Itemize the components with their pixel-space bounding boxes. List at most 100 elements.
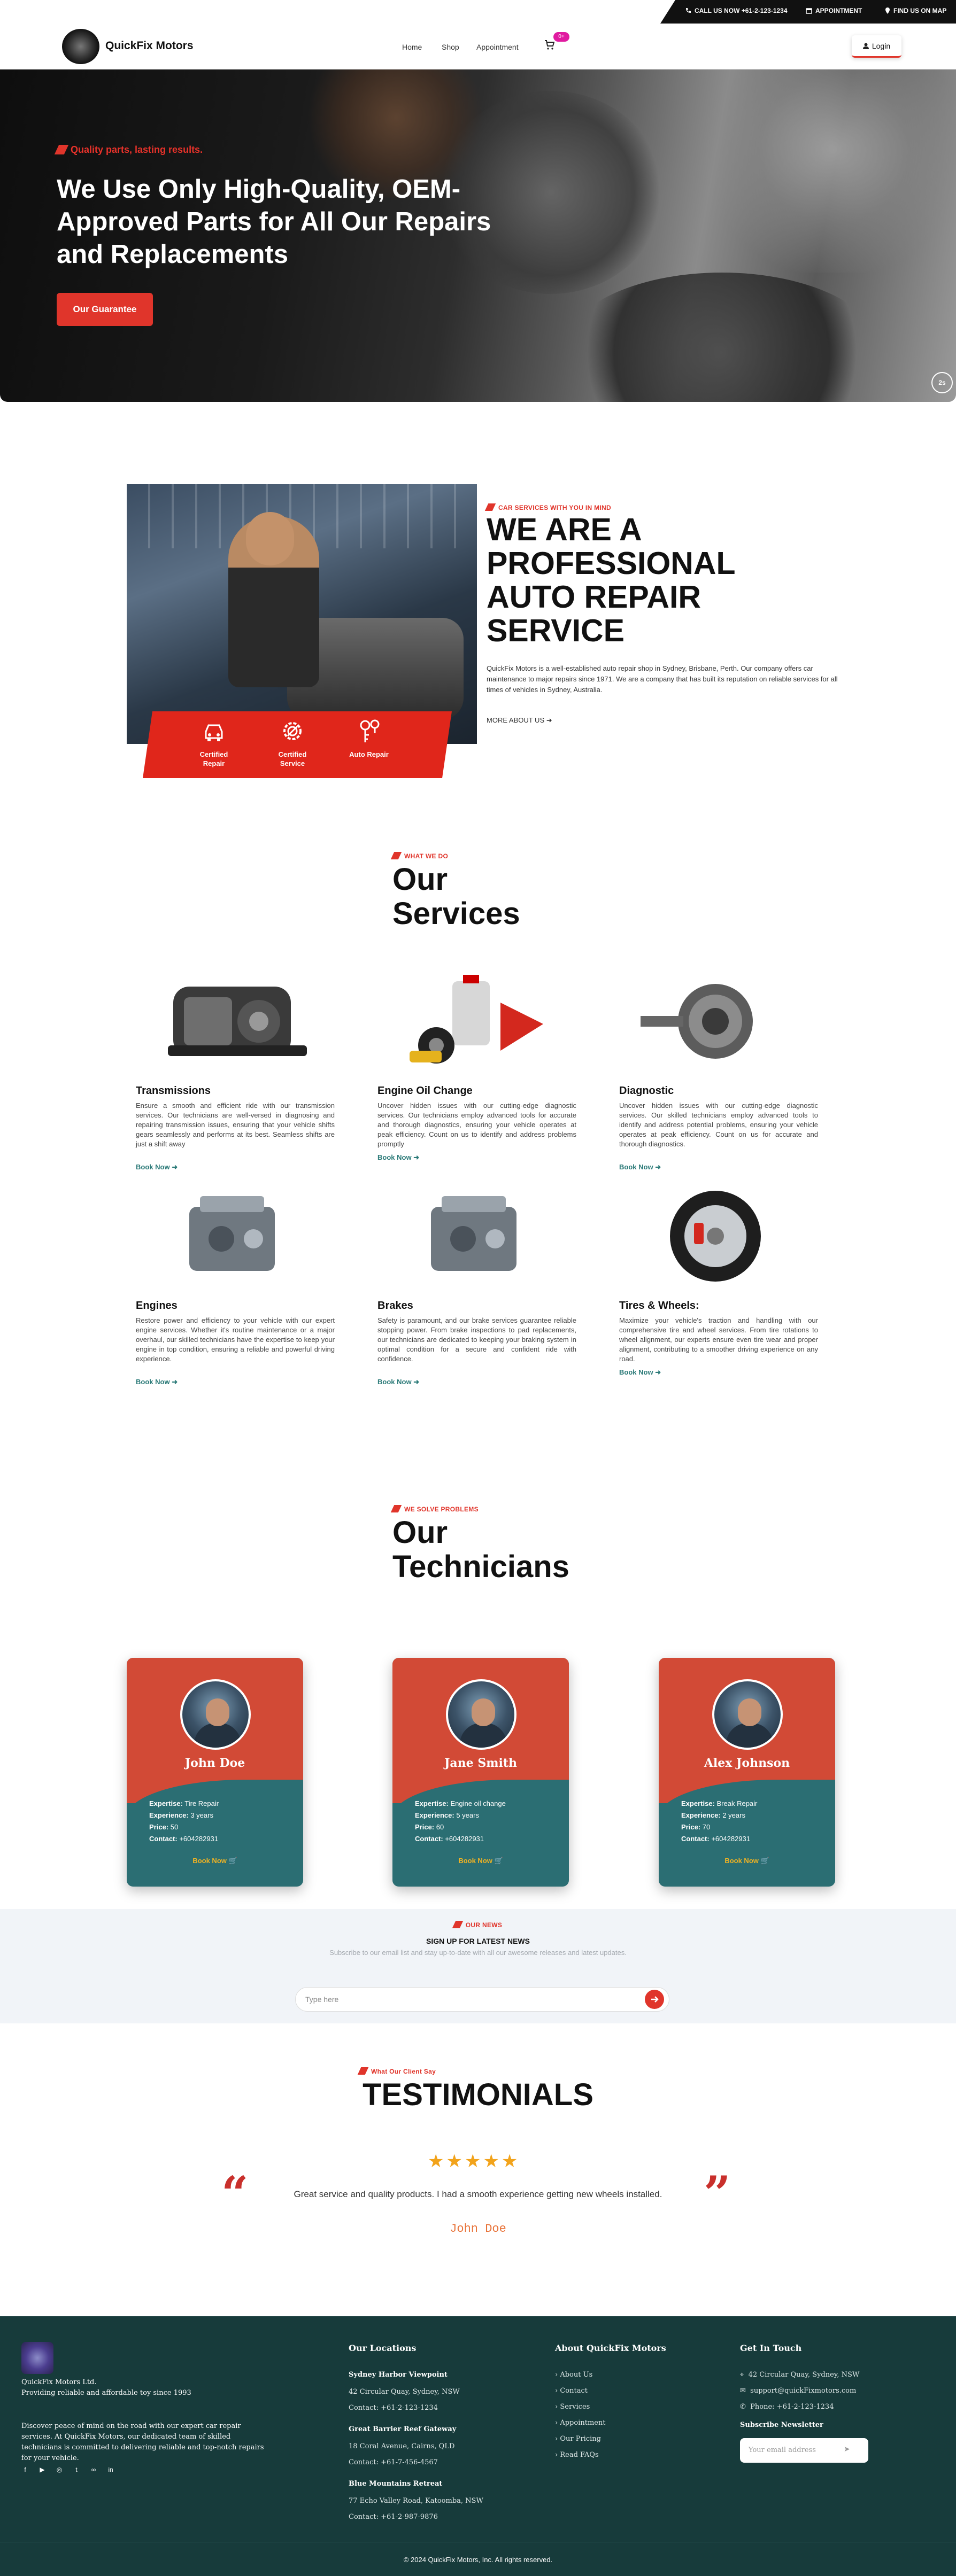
book-now-link[interactable]: Book Now ➜ [619, 1368, 661, 1377]
location-name: Great Barrier Reef Gateway [349, 2425, 457, 2433]
brand-name[interactable]: QuickFix Motors [105, 40, 194, 52]
technician-info: Expertise: Engine oil change Experience:… [415, 1798, 506, 1845]
footer-email[interactable]: ✉ support@quickFixmotors.com [740, 2387, 856, 2395]
hero-banner: Quality parts, lasting results. We Use O… [0, 69, 956, 402]
news-tag: OUR NEWS [0, 1921, 956, 1929]
nav-home[interactable]: Home [402, 43, 422, 51]
arrow-right-icon: ➜ [546, 716, 552, 724]
call-link[interactable]: CALL US NOW +61-2-123-1234 [685, 7, 788, 14]
appointment-text: APPOINTMENT [815, 7, 862, 14]
footer-link-faqs[interactable]: › Read FAQs [555, 2451, 599, 2459]
login-button[interactable]: Login [852, 35, 901, 58]
location-address: 18 Coral Avenue, Cairns, QLD [349, 2442, 455, 2450]
location-contact: Contact: +61-2-123-1234 [349, 2404, 438, 2412]
footer-phone[interactable]: ✆ Phone: +61-2-123-1234 [740, 2403, 834, 2411]
appointment-link[interactable]: APPOINTMENT [806, 7, 862, 14]
expertise-value: Engine oil change [450, 1799, 506, 1807]
footer-tagline: Providing reliable and affordable toy si… [21, 2389, 191, 2397]
subscribe-title: Subscribe Newsletter [740, 2421, 823, 2429]
label: Price: [149, 1823, 169, 1831]
about-tag: CAR SERVICES WITH YOU IN MIND [484, 503, 611, 511]
slash-icon [452, 1921, 464, 1928]
arrow-right-icon: ➜ [172, 1378, 178, 1386]
site-footer: QuickFix Motors Ltd. Providing reliable … [0, 2316, 956, 2576]
hero-tagline: Quality parts, lasting results. [54, 144, 203, 156]
top-contact-bar: CALL US NOW +61-2-123-1234 APPOINTMENT F… [660, 0, 956, 24]
nav-appointment[interactable]: Appointment [476, 43, 519, 51]
tripadvisor-icon[interactable]: ∞ [90, 2466, 97, 2473]
label: Contact: [681, 1835, 710, 1843]
footer-link-about[interactable]: › About Us [555, 2371, 592, 2379]
youtube-icon[interactable]: ▶ [38, 2466, 46, 2473]
arrow-right-icon: ➜ [172, 1163, 178, 1171]
price-value: 60 [436, 1823, 444, 1831]
transmission-image [168, 987, 307, 1056]
copyright-text: © 2024 QuickFix Motors, Inc. All rights … [403, 2556, 553, 2564]
twitter-icon[interactable]: t [73, 2466, 80, 2473]
book-now-link[interactable]: Book Now ➜ [136, 1378, 178, 1386]
linkedin-icon[interactable]: in [107, 2466, 114, 2473]
footer-link-pricing[interactable]: › Our Pricing [555, 2435, 601, 2443]
technicians-tag-text: WE SOLVE PROBLEMS [404, 1506, 479, 1513]
book-now-link[interactable]: Book Now ➜ [136, 1163, 178, 1171]
find-map-link[interactable]: FIND US ON MAP [885, 7, 946, 14]
technician-name: Alex Johnson [704, 1756, 790, 1770]
link-text: Services [560, 2403, 590, 2411]
locations-title: Our Locations [349, 2343, 417, 2353]
experience-value: 2 years [722, 1811, 745, 1819]
technicians-heading: Our Technicians [392, 1515, 569, 1584]
label: Expertise: [415, 1799, 449, 1807]
book-technician-button[interactable]: Book Now 🛒 [392, 1857, 569, 1865]
footer-link-appointment[interactable]: › Appointment [555, 2419, 606, 2427]
facebook-icon[interactable]: f [21, 2466, 29, 2473]
newsletter-submit-button[interactable] [645, 1990, 664, 2009]
arrow-right-icon [651, 1996, 659, 2003]
technician-info: Expertise: Break Repair Experience: 2 ye… [681, 1798, 757, 1845]
label: Price: [681, 1823, 701, 1831]
instagram-icon[interactable]: ◎ [56, 2466, 63, 2473]
email-text: support@quickFixmotors.com [750, 2387, 857, 2395]
slide-indicator[interactable]: 2s [931, 372, 953, 393]
newsletter-input[interactable]: Type here [295, 1987, 669, 2012]
newsletter-section: OUR NEWS SIGN UP FOR LATEST NEWS Subscri… [0, 1909, 956, 2023]
news-heading: SIGN UP FOR LATEST NEWS [426, 1937, 530, 1945]
phone-icon [686, 8, 691, 13]
services-tag-text: WHAT WE DO [404, 852, 449, 860]
location-address: 77 Echo Valley Road, Katoomba, NSW [349, 2497, 483, 2505]
book-now-text: Book Now [458, 1857, 492, 1865]
experience-value: 5 years [456, 1811, 479, 1819]
book-now-link[interactable]: Book Now ➜ [377, 1378, 419, 1386]
price-value: 70 [702, 1823, 711, 1831]
avatar [712, 1679, 783, 1750]
slash-icon [54, 145, 69, 154]
book-technician-button[interactable]: Book Now 🛒 [659, 1857, 835, 1865]
label: Experience: [149, 1811, 189, 1819]
more-about-link[interactable]: MORE ABOUT US ➜ [487, 716, 552, 725]
book-now-link[interactable]: Book Now ➜ [377, 1153, 419, 1162]
experience-value: 3 years [190, 1811, 213, 1819]
about-text: QuickFix Motors is a well-established au… [487, 664, 838, 694]
link-text: About Us [560, 2371, 593, 2379]
guarantee-button[interactable]: Our Guarantee [57, 293, 153, 326]
testimonials-tag: What Our Client Say [357, 2067, 436, 2075]
arrow-right-icon: ➜ [413, 1153, 420, 1161]
footer-company: QuickFix Motors Ltd. [21, 2378, 97, 2386]
service-title: Tires & Wheels: [619, 1300, 699, 1312]
send-icon[interactable]: ➤ [844, 2445, 850, 2454]
footer-link-services[interactable]: › Services [555, 2403, 590, 2411]
cart-icon[interactable] [543, 38, 556, 51]
logo-icon[interactable] [62, 29, 99, 64]
footer-logo-icon[interactable] [21, 2342, 53, 2374]
book-now-link[interactable]: Book Now ➜ [619, 1163, 661, 1171]
badge-label: Certified Repair [199, 750, 228, 767]
slash-icon [357, 2067, 369, 2075]
cart-icon: 🛒 [760, 1857, 769, 1865]
nav-shop[interactable]: Shop [442, 43, 459, 51]
about-heading: WE ARE A PROFESSIONAL AUTO REPAIR SERVIC… [487, 512, 735, 648]
avatar-body [460, 1723, 507, 1748]
footer-link-contact[interactable]: › Contact [555, 2387, 588, 2395]
testimonial-author: John Doe [450, 2222, 506, 2236]
hero-tagline-text: Quality parts, lasting results. [71, 144, 203, 155]
book-technician-button[interactable]: Book Now 🛒 [127, 1857, 303, 1865]
about-links-title: About QuickFix Motors [555, 2343, 666, 2353]
